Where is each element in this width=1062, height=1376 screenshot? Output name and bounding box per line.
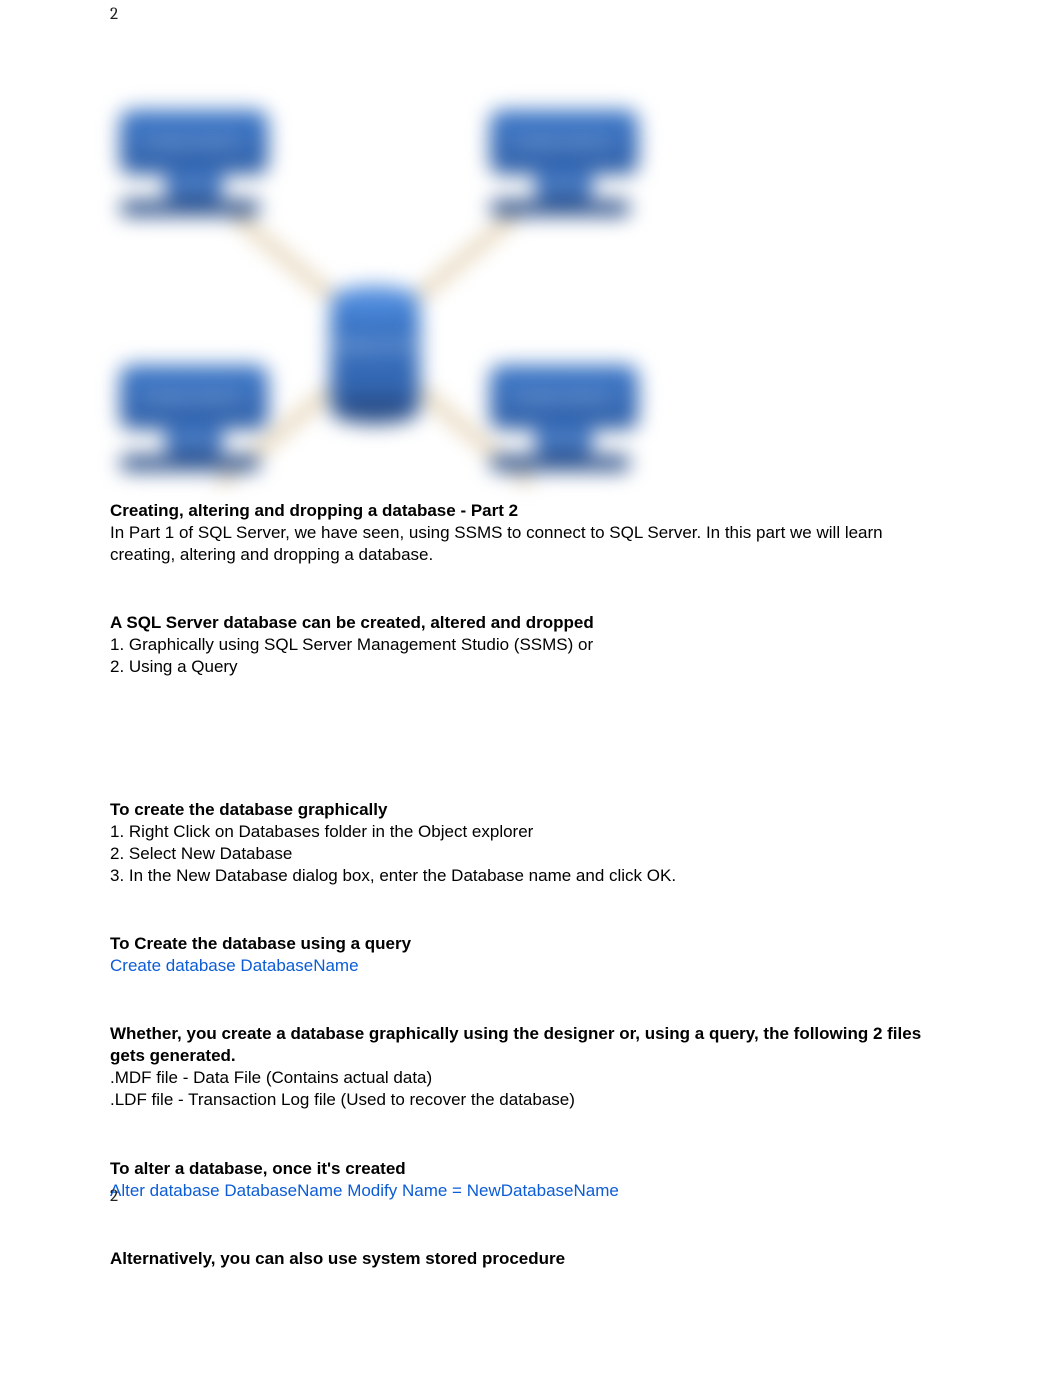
diagram-node-label: Developer Machine 3 (142, 391, 246, 403)
paragraph-mdf: .MDF file - Data File (Contains actual d… (110, 1067, 952, 1089)
diagram-ssms-bl: SSMS (165, 427, 223, 455)
sql-alter-database: Alter database DatabaseName Modify Name … (110, 1180, 952, 1202)
list-item: 2. Select New Database (110, 843, 952, 865)
heading-create-query: To Create the database using a query (110, 933, 952, 955)
architecture-diagram: Developer Machine 1 SSMS Developer Machi… (110, 100, 640, 480)
diagram-cap-tl (120, 200, 260, 216)
diagram-cap-bl (120, 455, 260, 471)
sql-create-database: Create database DatabaseName (110, 955, 952, 977)
heading-files-generated: Whether, you create a database graphical… (110, 1023, 952, 1067)
list-item: 1. Graphically using SQL Server Manageme… (110, 634, 952, 656)
diagram-node-label: Developer Machine 2 (512, 136, 616, 148)
document-body: Creating, altering and dropping a databa… (110, 500, 952, 1270)
diagram-node-label: Developer Machine 4 (512, 391, 616, 403)
page-number-bottom: 2 (110, 1187, 118, 1206)
connector-line (218, 201, 344, 308)
diagram-cap-br (490, 455, 630, 471)
diagram-node-label: Developer Machine 1 (142, 136, 246, 148)
diagram-ssms-label: SSMS (181, 181, 207, 191)
diagram-database-cylinder: Database Server (330, 300, 420, 410)
heading-alter-database: To alter a database, once it's created (110, 1158, 952, 1180)
diagram-container: Developer Machine 1 SSMS Developer Machi… (110, 0, 952, 500)
heading-stored-procedure: Alternatively, you can also use system s… (110, 1248, 952, 1270)
paragraph-ldf: .LDF file - Transaction Log file (Used t… (110, 1089, 952, 1111)
diagram-center-label: Database Server (330, 340, 420, 352)
heading-create-alter-drop: A SQL Server database can be created, al… (110, 612, 952, 634)
document-page: 2 Developer Machine 1 SSMS Developer Mac… (0, 0, 1062, 1376)
diagram-node-bl: Developer Machine 3 (120, 365, 268, 429)
list-item: 1. Right Click on Databases folder in th… (110, 821, 952, 843)
page-number-top: 2 (110, 5, 118, 24)
heading-part-2: Creating, altering and dropping a databa… (110, 500, 952, 522)
paragraph-intro: In Part 1 of SQL Server, we have seen, u… (110, 522, 952, 566)
diagram-ssms-tr: SSMS (535, 172, 593, 200)
diagram-cap-tr (490, 200, 630, 216)
diagram-ssms-label: SSMS (181, 436, 207, 446)
diagram-ssms-label: SSMS (551, 181, 577, 191)
diagram-node-tr: Developer Machine 2 (490, 110, 638, 174)
diagram-ssms-tl: SSMS (165, 172, 223, 200)
heading-create-graphically: To create the database graphically (110, 799, 952, 821)
list-item: 3. In the New Database dialog box, enter… (110, 865, 952, 887)
connector-line (406, 201, 532, 308)
diagram-ssms-br: SSMS (535, 427, 593, 455)
diagram-ssms-label: SSMS (551, 436, 577, 446)
list-item: 2. Using a Query (110, 656, 952, 678)
diagram-node-tl: Developer Machine 1 (120, 110, 268, 174)
diagram-node-br: Developer Machine 4 (490, 365, 638, 429)
